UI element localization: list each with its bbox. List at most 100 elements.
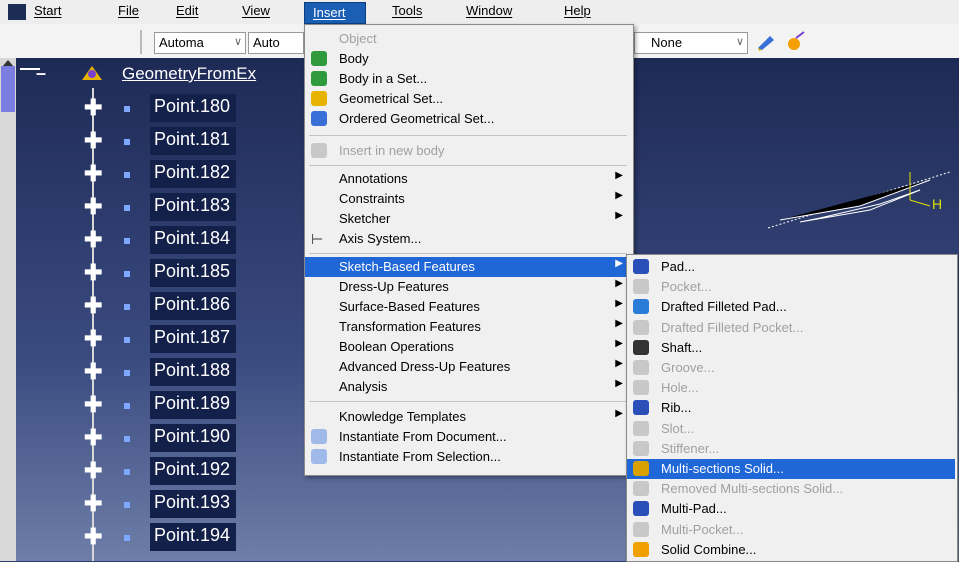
menu-item-object[interactable]: Object xyxy=(305,29,631,49)
tree-point-node[interactable]: ✚ Point.180 xyxy=(0,92,260,122)
expand-icon[interactable]: ✚ xyxy=(84,295,102,317)
tree-point-node[interactable]: ✚ Point.181 xyxy=(0,125,260,155)
submenu-item[interactable]: Pad... xyxy=(627,257,955,277)
tree-point-label: Point.194 xyxy=(150,523,237,551)
submenu-item[interactable]: Drafted Filleted Pocket... xyxy=(627,318,955,338)
menu-help[interactable]: Help xyxy=(564,3,591,18)
menu-window[interactable]: Window xyxy=(466,3,512,18)
submenu-item[interactable]: Removed Multi-sections Solid... xyxy=(627,479,955,499)
expand-icon[interactable]: ✚ xyxy=(84,460,102,482)
tree-point-node[interactable]: ✚ Point.182 xyxy=(0,158,260,188)
style-combo[interactable]: Automa ∨ xyxy=(154,32,246,54)
expand-icon[interactable]: ✚ xyxy=(84,526,102,548)
submenu-item[interactable]: Multi-Pad... xyxy=(627,499,955,519)
expand-icon[interactable]: ✚ xyxy=(84,361,102,383)
layer-combo[interactable]: Auto xyxy=(248,32,304,54)
tree-root-node[interactable]: – GeometryFromEx xyxy=(0,62,260,92)
geometrical-set-icon xyxy=(311,91,327,106)
menu-item-ordered-geometrical-set[interactable]: Ordered Geometrical Set... xyxy=(305,109,631,129)
style-combo-value: Automa xyxy=(159,35,204,50)
submenu-item[interactable]: Pocket... xyxy=(627,277,955,297)
menu-item-sketcher[interactable]: Sketcher ▶ xyxy=(305,209,631,229)
insert-dropdown-menu: Object Body Body in a Set... Geometrical… xyxy=(304,24,634,476)
tree-point-node[interactable]: ✚ Point.190 xyxy=(0,422,260,452)
submenu-arrow-icon: ▶ xyxy=(615,278,623,289)
tree-point-node[interactable]: ✚ Point.192 xyxy=(0,455,260,485)
menu-start[interactable]: Start xyxy=(34,3,61,18)
expand-icon[interactable]: ✚ xyxy=(84,130,102,152)
drafted-filleted-pocket-icon xyxy=(633,319,649,335)
submenu-item[interactable]: Groove... xyxy=(627,358,955,378)
expand-icon[interactable]: ✚ xyxy=(84,97,102,119)
menu-insert[interactable]: Insert xyxy=(304,2,366,24)
submenu-item[interactable]: Shaft... xyxy=(627,338,955,358)
menu-item-instantiate-from-document[interactable]: Instantiate From Document... xyxy=(305,427,631,447)
catia-logo-icon[interactable] xyxy=(8,4,26,20)
multi-sections-solid-icon xyxy=(633,461,649,476)
none-combo[interactable]: None ∨ xyxy=(634,32,748,54)
submenu-item[interactable]: Multi-sections Solid... xyxy=(627,459,955,479)
expand-icon[interactable]: ✚ xyxy=(84,427,102,449)
tree-point-node[interactable]: ✚ Point.185 xyxy=(0,257,260,287)
instantiate-selection-icon xyxy=(311,449,327,464)
expand-icon[interactable]: ✚ xyxy=(84,229,102,251)
paint-brush-icon[interactable] xyxy=(756,32,776,52)
collapse-icon[interactable]: – xyxy=(36,64,46,82)
menu-item-body-in-set[interactable]: Body in a Set... xyxy=(305,69,631,89)
expand-icon[interactable]: ✚ xyxy=(84,328,102,350)
submenu-arrow-icon: ▶ xyxy=(615,170,623,181)
tree-point-node[interactable]: ✚ Point.194 xyxy=(0,521,260,551)
axis-h-label: H xyxy=(932,196,943,212)
menu-item-instantiate-from-selection[interactable]: Instantiate From Selection... xyxy=(305,447,631,467)
menu-item-advanced-dress-up-features[interactable]: Advanced Dress-Up Features ▶ xyxy=(305,357,631,377)
submenu-item[interactable]: Slot... xyxy=(627,419,955,439)
submenu-item[interactable]: Rib... xyxy=(627,398,955,418)
menu-item-geometrical-set[interactable]: Geometrical Set... xyxy=(305,89,631,109)
submenu-arrow-icon: ▶ xyxy=(615,210,623,221)
submenu-item[interactable]: Drafted Filleted Pad... xyxy=(627,297,955,317)
tree-point-label: Point.181 xyxy=(150,127,237,155)
menu-item-constraints[interactable]: Constraints ▶ xyxy=(305,189,631,209)
menu-item-body[interactable]: Body xyxy=(305,49,631,69)
tree-point-node[interactable]: ✚ Point.183 xyxy=(0,191,260,221)
slot-icon xyxy=(633,420,649,436)
submenu-arrow-icon: ▶ xyxy=(615,318,623,329)
expand-icon[interactable]: ✚ xyxy=(84,493,102,515)
menu-view[interactable]: View xyxy=(242,3,270,18)
submenu-item[interactable]: Hole... xyxy=(627,378,955,398)
tree-point-node[interactable]: ✚ Point.193 xyxy=(0,488,260,518)
menu-item-dress-up-features[interactable]: Dress-Up Features ▶ xyxy=(305,277,631,297)
menu-tools[interactable]: Tools xyxy=(392,3,422,18)
menu-item-knowledge-templates[interactable]: Knowledge Templates ▶ xyxy=(305,407,631,427)
tree-point-node[interactable]: ✚ Point.187 xyxy=(0,323,260,353)
menu-item-analysis[interactable]: Analysis ▶ xyxy=(305,377,631,397)
submenu-item[interactable]: Solid Combine... xyxy=(627,540,955,560)
expand-icon[interactable]: ✚ xyxy=(84,262,102,284)
axis-system-icon: ⊢ xyxy=(311,231,324,247)
menu-item-annotations[interactable]: Annotations ▶ xyxy=(305,169,631,189)
menu-item-boolean-operations[interactable]: Boolean Operations ▶ xyxy=(305,337,631,357)
menu-edit[interactable]: Edit xyxy=(176,3,198,18)
menu-file[interactable]: File xyxy=(118,3,139,18)
menu-item-axis-system[interactable]: ⊢ Axis System... xyxy=(305,229,631,249)
multi-pad-icon xyxy=(633,501,649,517)
menu-separator xyxy=(309,253,627,254)
menu-item-transformation-features[interactable]: Transformation Features ▶ xyxy=(305,317,631,337)
menu-item-surface-based-features[interactable]: Surface-Based Features ▶ xyxy=(305,297,631,317)
submenu-item[interactable]: Multi-Pocket... xyxy=(627,520,955,540)
point-icon xyxy=(124,469,130,475)
expand-icon[interactable]: ✚ xyxy=(84,163,102,185)
menu-item-insert-in-new-body[interactable]: Insert in new body xyxy=(305,141,631,161)
tree-point-node[interactable]: ✚ Point.188 xyxy=(0,356,260,386)
tree-point-node[interactable]: ✚ Point.186 xyxy=(0,290,260,320)
menu-item-sketch-based-features[interactable]: Sketch-Based Features ▶ xyxy=(305,257,631,277)
magic-wand-icon[interactable] xyxy=(784,30,806,52)
point-icon xyxy=(124,106,130,112)
tree-point-node[interactable]: ✚ Point.184 xyxy=(0,224,260,254)
expand-icon[interactable]: ✚ xyxy=(84,394,102,416)
tree-point-label: Point.187 xyxy=(150,325,237,353)
expand-icon[interactable]: ✚ xyxy=(84,196,102,218)
tree-point-node[interactable]: ✚ Point.189 xyxy=(0,389,260,419)
submenu-item[interactable]: Stiffener... xyxy=(627,439,955,459)
tree-point-label: Point.180 xyxy=(150,94,237,122)
